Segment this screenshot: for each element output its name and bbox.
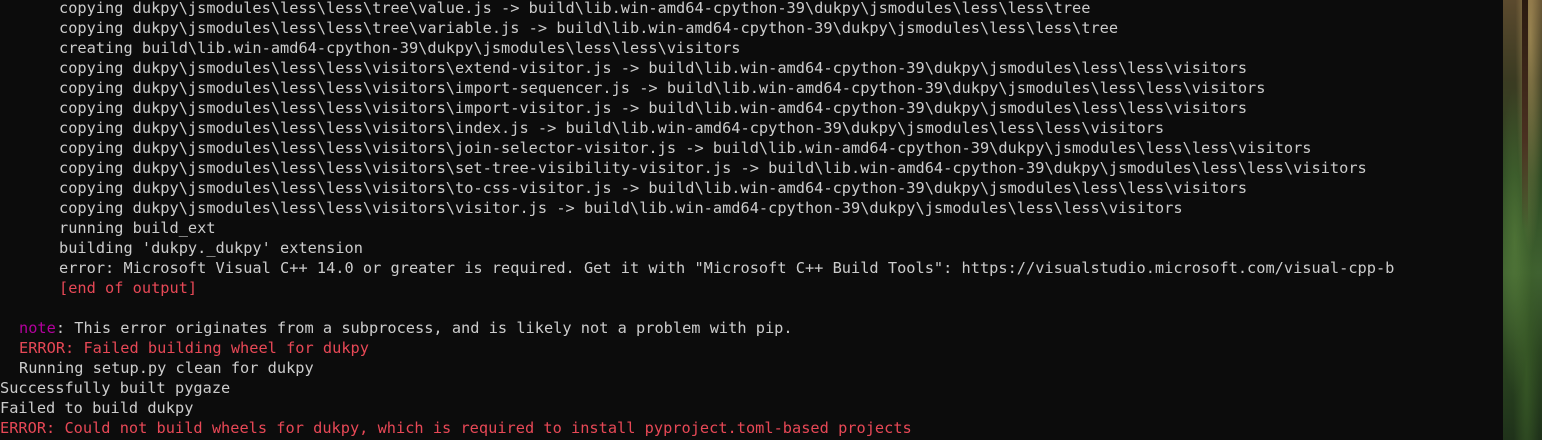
wallpaper-tree-trunk [1522,0,1528,230]
terminal-line-text: : This error originates from a subproces… [55,319,793,337]
terminal-line: error: Microsoft Visual C++ 14.0 or grea… [0,258,1394,278]
terminal-line: Failed to build dukpy [0,398,1394,418]
terminal-line-text: Failed to build dukpy [0,399,194,417]
terminal-line-text: copying dukpy\jsmodules\less\less\visito… [59,179,1248,197]
terminal-line: copying dukpy\jsmodules\less\less\visito… [0,158,1394,178]
terminal-line-text: copying dukpy\jsmodules\less\less\visito… [59,59,1248,77]
terminal-line-text: copying dukpy\jsmodules\less\less\visito… [59,139,1312,157]
terminal-window[interactable]: copying dukpy\jsmodules\less\less\tree\v… [0,0,1503,440]
terminal-line: Successfully built pygaze [0,378,1394,398]
terminal-line: note: This error originates from a subpr… [0,318,1394,338]
terminal-line: copying dukpy\jsmodules\less\less\visito… [0,58,1394,78]
terminal-output[interactable]: copying dukpy\jsmodules\less\less\tree\v… [0,0,1394,438]
terminal-line-text: copying dukpy\jsmodules\less\less\visito… [59,159,1367,177]
terminal-line-text: copying dukpy\jsmodules\less\less\tree\v… [59,0,1091,17]
terminal-line-text: copying dukpy\jsmodules\less\less\visito… [59,199,1183,217]
terminal-line: copying dukpy\jsmodules\less\less\visito… [0,118,1394,138]
terminal-line-text: ERROR: Failed building wheel for dukpy [19,339,369,357]
terminal-line-text: error: Microsoft Visual C++ 14.0 or grea… [59,259,1395,277]
desktop: copying dukpy\jsmodules\less\less\tree\v… [0,0,1542,440]
terminal-line: Running setup.py clean for dukpy [0,358,1394,378]
terminal-line-text: [end of output] [59,279,198,297]
terminal-line-text: creating build\lib.win-amd64-cpython-39\… [59,39,741,57]
terminal-line: copying dukpy\jsmodules\less\less\visito… [0,98,1394,118]
terminal-line: ERROR: Could not build wheels for dukpy,… [0,418,1394,438]
terminal-line-text: copying dukpy\jsmodules\less\less\tree\v… [59,19,1119,37]
terminal-line: copying dukpy\jsmodules\less\less\tree\v… [0,0,1394,18]
terminal-line: running build_ext [0,218,1394,238]
terminal-line: ERROR: Failed building wheel for dukpy [0,338,1394,358]
terminal-line-text: copying dukpy\jsmodules\less\less\visito… [59,99,1248,117]
terminal-line-text: building 'dukpy._dukpy' extension [59,239,363,257]
terminal-line-prefix: note [19,319,56,337]
terminal-line-text: running build_ext [59,219,216,237]
terminal-line-text: Successfully built pygaze [0,379,231,397]
terminal-line-text: copying dukpy\jsmodules\less\less\visito… [59,119,1165,137]
terminal-line-text: Running setup.py clean for dukpy [19,359,314,377]
terminal-line: copying dukpy\jsmodules\less\less\tree\v… [0,18,1394,38]
terminal-line: copying dukpy\jsmodules\less\less\visito… [0,198,1394,218]
terminal-line: copying dukpy\jsmodules\less\less\visito… [0,78,1394,98]
terminal-line: creating build\lib.win-amd64-cpython-39\… [0,38,1394,58]
terminal-line: copying dukpy\jsmodules\less\less\visito… [0,178,1394,198]
terminal-line-text: copying dukpy\jsmodules\less\less\visito… [59,79,1266,97]
terminal-line: building 'dukpy._dukpy' extension [0,238,1394,258]
terminal-line-text: ERROR: Could not build wheels for dukpy,… [0,419,912,437]
terminal-line: copying dukpy\jsmodules\less\less\visito… [0,138,1394,158]
terminal-line: [end of output] [0,278,1394,298]
